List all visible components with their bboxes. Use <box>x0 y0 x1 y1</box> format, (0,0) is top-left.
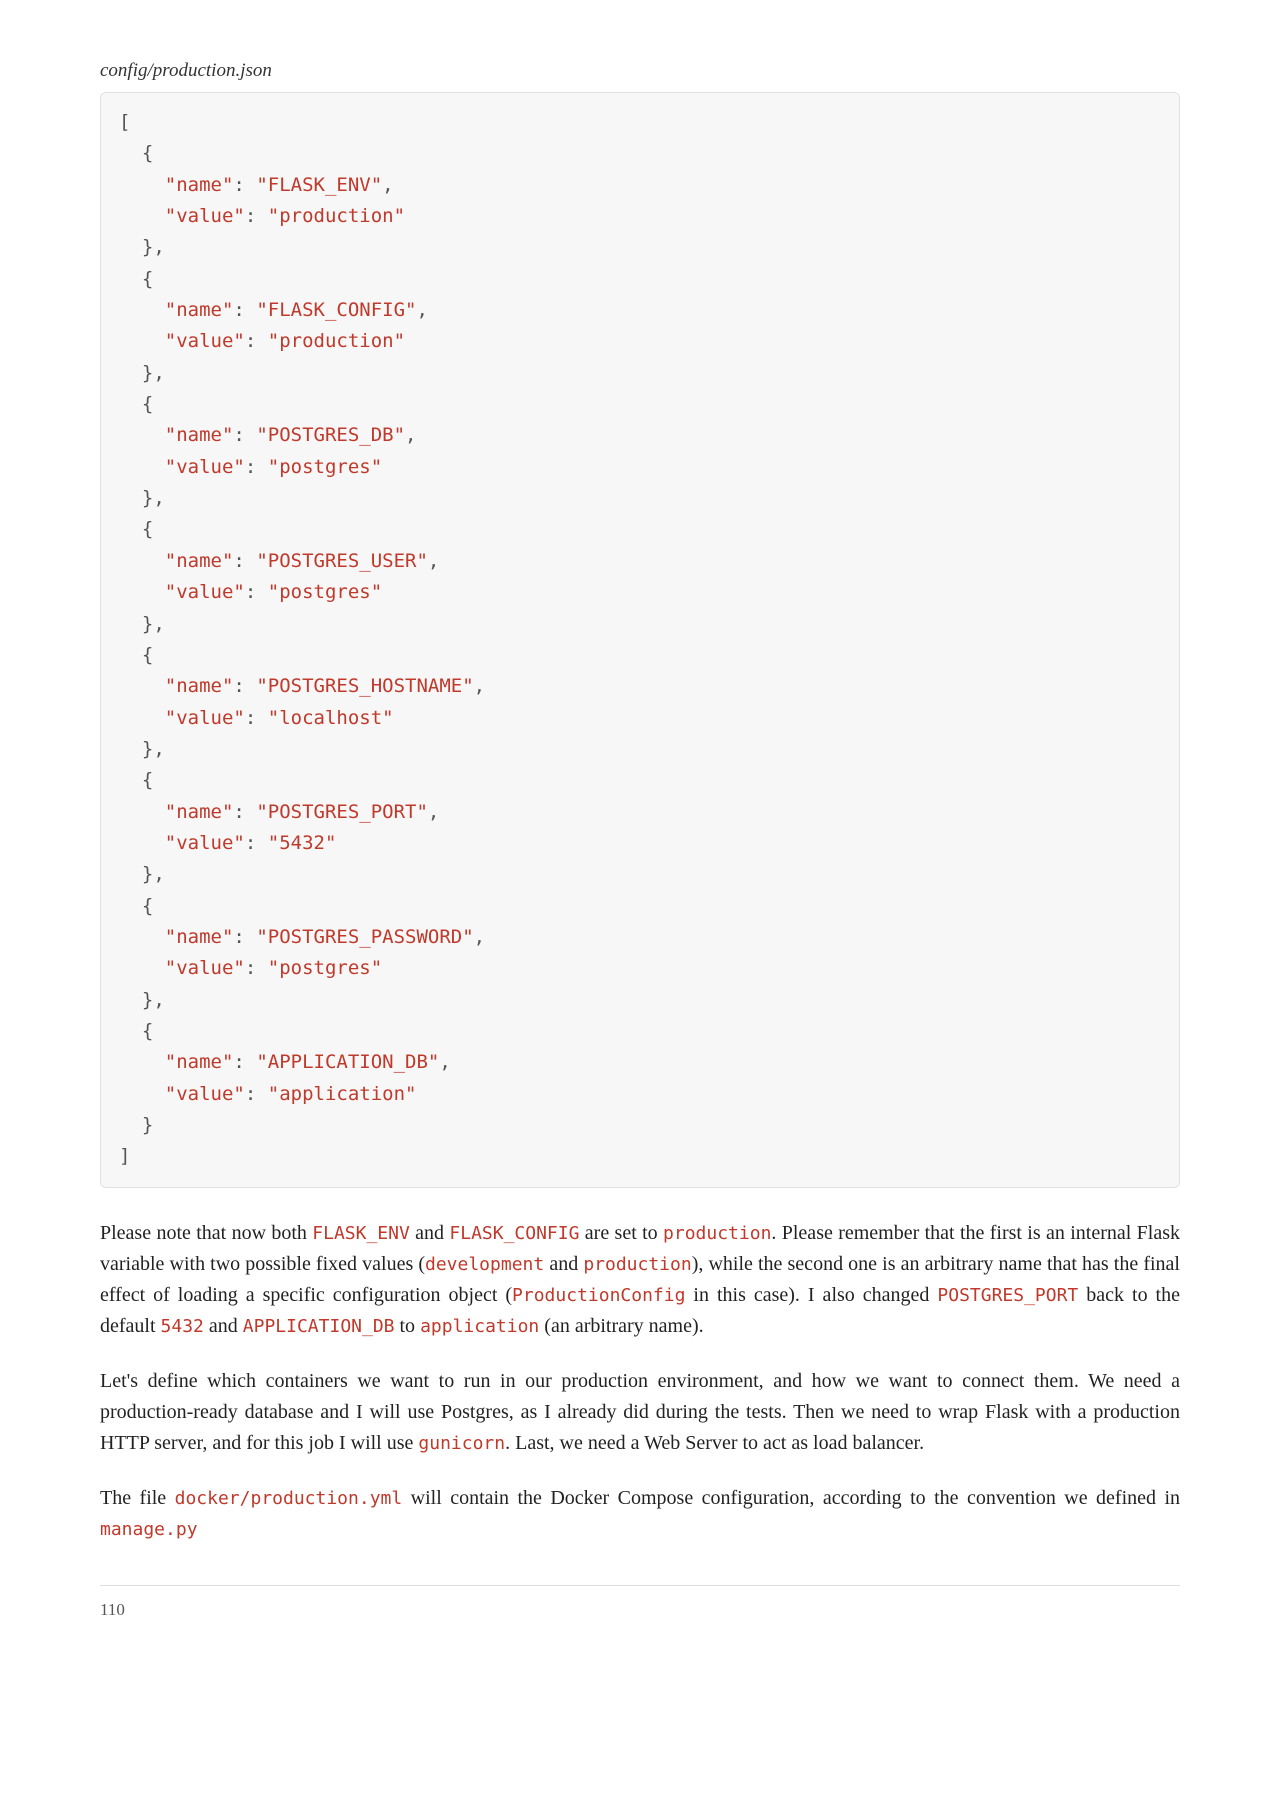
inline-code-production-config: ProductionConfig <box>512 1285 685 1306</box>
text: in this case). I also changed <box>685 1284 937 1306</box>
inline-code-flask-env: FLASK_ENV <box>312 1223 410 1244</box>
text: and <box>544 1253 583 1275</box>
inline-code-application-db: APPLICATION_DB <box>243 1316 395 1337</box>
inline-code-docker-production-yml: docker/production.yml <box>175 1488 403 1509</box>
text: are set to <box>579 1222 663 1244</box>
footer-divider <box>100 1585 1180 1586</box>
text: Please note that now both <box>100 1222 312 1244</box>
inline-code-postgres-port: POSTGRES_PORT <box>937 1285 1078 1306</box>
text: and <box>204 1315 243 1337</box>
paragraph-3: The file docker/production.yml will cont… <box>100 1483 1180 1545</box>
text: will contain the Docker Compose configur… <box>402 1487 1180 1509</box>
inline-code-flask-config: FLASK_CONFIG <box>449 1223 579 1244</box>
paragraph-2: Let's define which containers we want to… <box>100 1366 1180 1459</box>
inline-code-5432: 5432 <box>161 1316 204 1337</box>
text: The file <box>100 1487 175 1509</box>
inline-code-manage-py: manage.py <box>100 1519 198 1540</box>
page-number: 110 <box>100 1600 1180 1620</box>
inline-code-development: development <box>425 1254 544 1275</box>
file-path-label: config/production.json <box>100 60 1180 82</box>
text: and <box>410 1222 450 1244</box>
text: (an arbitrary name). <box>539 1315 703 1337</box>
inline-code-gunicorn: gunicorn <box>418 1433 505 1454</box>
paragraph-1: Please note that now both FLASK_ENV and … <box>100 1218 1180 1342</box>
text: . Last, we need a Web Server to act as l… <box>505 1432 924 1454</box>
code-block-json: [ { "name": "FLASK_ENV", "value": "produ… <box>100 92 1180 1188</box>
inline-code-application: application <box>420 1316 539 1337</box>
text: to <box>395 1315 421 1337</box>
inline-code-production-2: production <box>583 1254 691 1275</box>
inline-code-production: production <box>663 1223 771 1244</box>
